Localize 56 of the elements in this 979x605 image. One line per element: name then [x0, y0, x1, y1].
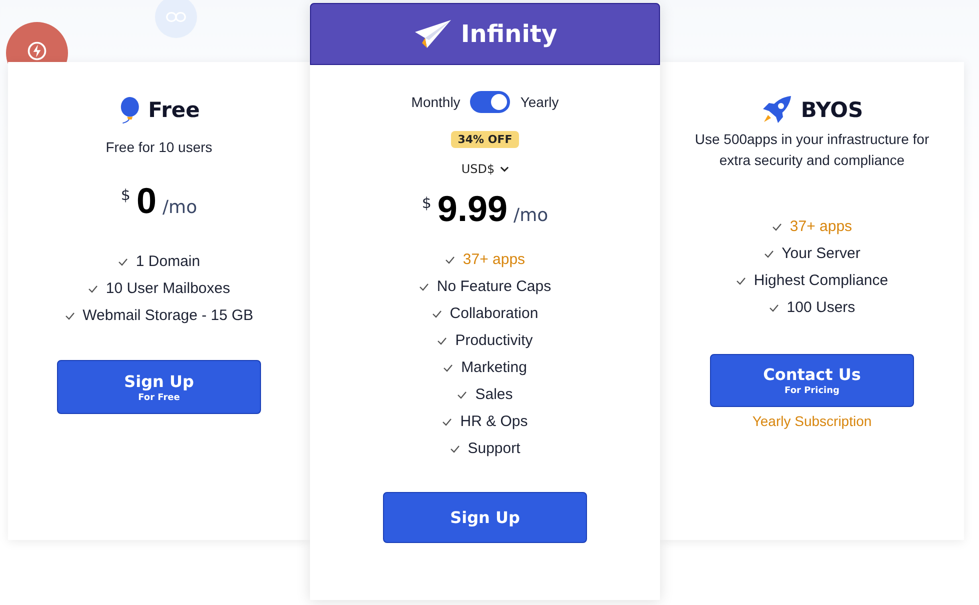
feature-text: Webmail Storage - 15 GB	[82, 307, 254, 324]
feature-text: HR & Ops	[460, 413, 528, 430]
check-icon	[768, 304, 779, 312]
feature-text: Support	[468, 440, 520, 457]
check-icon	[764, 250, 774, 258]
sign-up-button[interactable]: Sign Up	[383, 492, 587, 543]
feature-text: 100 Users	[786, 299, 856, 316]
check-icon	[64, 312, 75, 320]
check-icon	[418, 282, 429, 290]
check-icon	[432, 310, 442, 318]
feature-text: 37+ apps	[462, 251, 526, 268]
plan-description: Use 500apps in your infrastructure for extra security and compliance	[694, 130, 930, 170]
toggle-label: Monthly	[411, 94, 460, 110]
check-icon	[772, 222, 782, 230]
check-icon	[118, 258, 128, 266]
feature-text: Productivity	[455, 332, 533, 349]
lightning-icon	[26, 40, 48, 62]
sign-up-button[interactable]: Sign Up For Free	[57, 360, 261, 414]
feature-text: Marketing	[461, 359, 527, 376]
link-icon	[166, 11, 186, 23]
billing-toggle[interactable]	[470, 91, 510, 113]
price-period: /mo	[514, 205, 548, 226]
price-period: /mo	[162, 197, 198, 218]
feature-text: 1 Domain	[136, 253, 200, 270]
plan-title: Free	[148, 98, 200, 122]
currency-symbol: $	[120, 186, 130, 204]
balloon-icon	[118, 96, 140, 124]
feature-text: 10 User Mailboxes	[106, 280, 230, 297]
check-icon	[457, 390, 468, 398]
paper-plane-icon	[412, 18, 453, 50]
currency-dropdown[interactable]: USD$	[457, 160, 513, 178]
plan-title: Infinity	[460, 20, 558, 48]
chevron-icon	[500, 166, 509, 172]
price-amount: 0	[136, 180, 156, 222]
feature-text: 37+ apps	[790, 218, 852, 235]
contact-button[interactable]: Contact Us For Pricing	[710, 354, 914, 407]
check-icon	[450, 444, 460, 452]
check-icon	[736, 276, 746, 284]
feature-text: Highest Compliance	[754, 272, 888, 289]
feature-text: Collaboration	[450, 305, 538, 322]
subscription-note: Yearly Subscription	[752, 413, 872, 429]
feature-text: Your Server	[782, 245, 860, 262]
feature-text: No Feature Caps	[436, 278, 552, 295]
plan-title: BYOS	[800, 98, 864, 122]
rocket-icon	[760, 95, 793, 125]
discount-badge: 34% OFF	[450, 131, 520, 148]
check-icon	[88, 284, 98, 292]
check-icon	[437, 336, 448, 344]
check-icon	[442, 418, 452, 426]
check-icon	[443, 364, 454, 372]
plan-description: Free for 10 users	[106, 138, 212, 157]
check-icon	[444, 256, 455, 264]
toggle-label: Yearly	[520, 94, 559, 110]
price-amount: 9.99	[437, 188, 508, 230]
feature-text: Sales	[475, 386, 513, 403]
currency-symbol: $	[422, 194, 432, 212]
